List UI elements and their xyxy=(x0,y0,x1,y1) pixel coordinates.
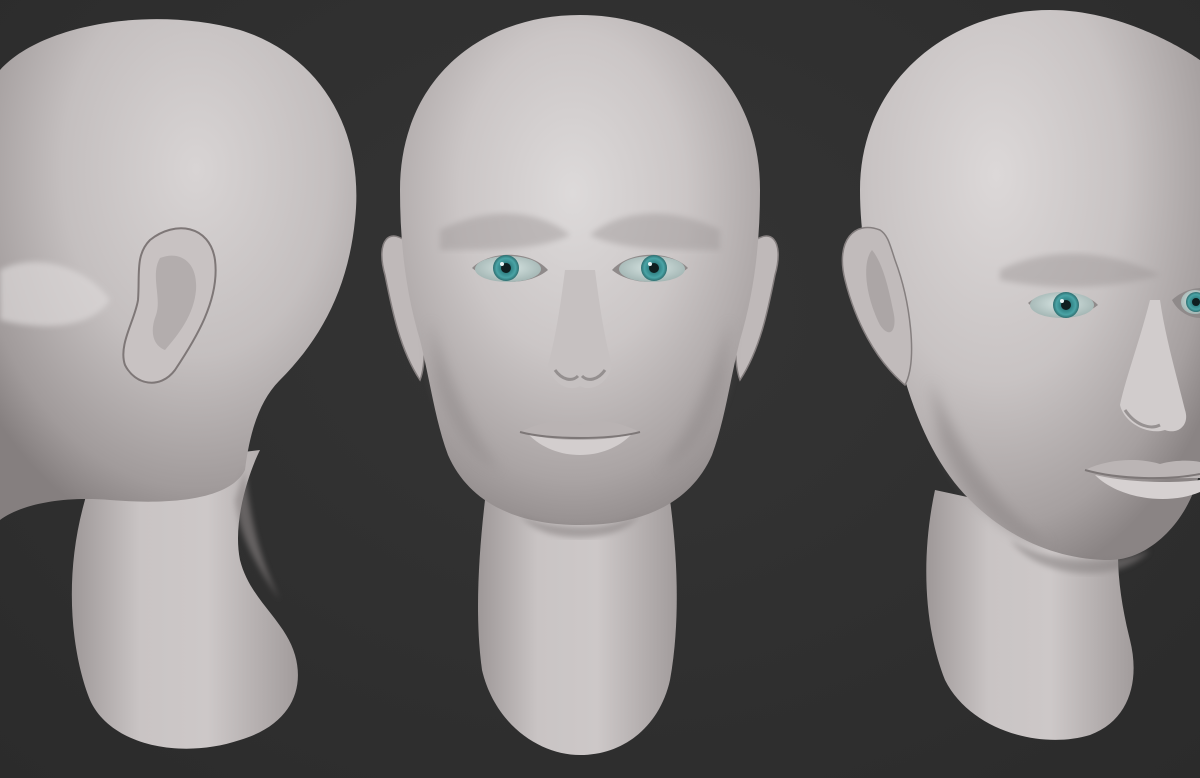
head-back-three-quarter-view xyxy=(0,19,357,749)
center-head-neck xyxy=(478,500,677,755)
head-front-three-quarter-view xyxy=(841,10,1200,740)
head-renders-canvas xyxy=(0,10,1200,755)
head-front-view xyxy=(381,15,779,755)
sculpt-viewport xyxy=(0,0,1200,778)
